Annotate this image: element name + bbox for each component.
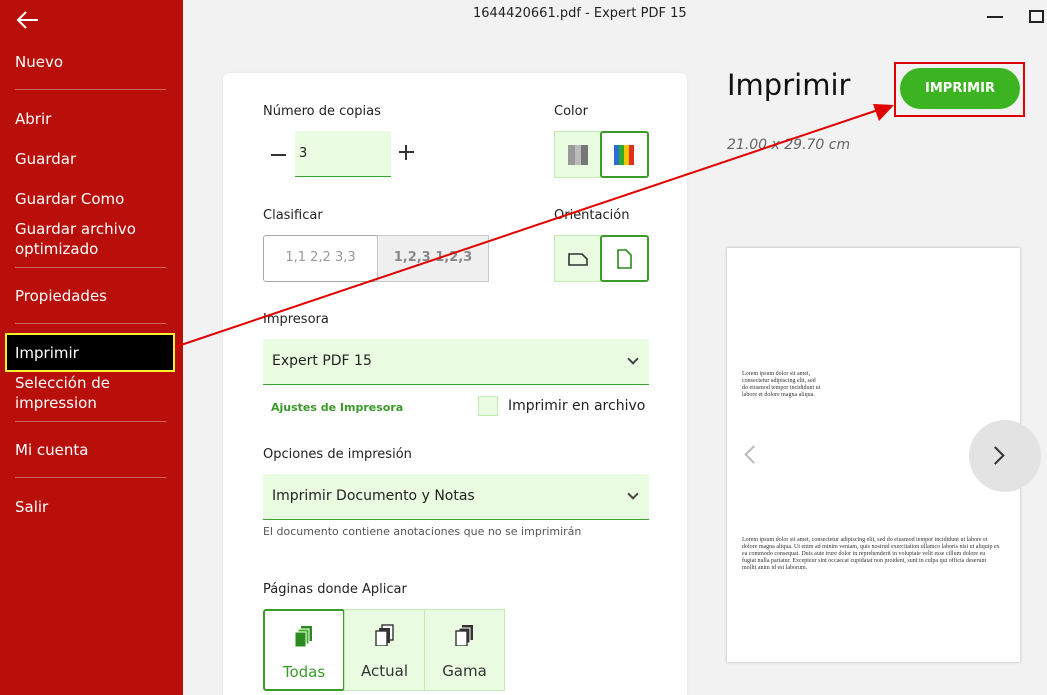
pages-option-gama[interactable]: Gama: [424, 609, 505, 691]
sidebar: Nuevo Abrir Guardar Guardar Como Guardar…: [0, 0, 183, 695]
print-options-select[interactable]: Imprimir Documento y Notas: [263, 474, 649, 520]
print-options-label: Opciones de impresión: [263, 447, 412, 462]
portrait-button[interactable]: [600, 235, 649, 282]
sidebar-divider: [15, 421, 166, 422]
pages-label: Páginas donde Aplicar: [263, 582, 407, 597]
pages-all-icon: [294, 626, 312, 647]
back-arrow-icon[interactable]: [16, 10, 40, 30]
sidebar-item-label: Imprimir: [15, 344, 79, 362]
chevron-down-icon: [627, 488, 639, 500]
print-button-highlight: [894, 62, 1025, 117]
landscape-button[interactable]: [554, 235, 602, 282]
sidebar-item-guardar-optimizado[interactable]: Guardar archivo optimizado: [15, 219, 165, 259]
pages-range-icon: [454, 625, 473, 646]
printer-label: Impresora: [263, 312, 329, 327]
title-bar: 1644420661.pdf - Expert PDF 15: [183, 0, 1047, 30]
annotations-note: El documento contiene anotaciones que no…: [263, 525, 582, 538]
sidebar-item-imprimir[interactable]: Imprimir: [5, 333, 175, 372]
sidebar-divider: [15, 89, 166, 90]
pages-option-label: Actual: [361, 662, 408, 680]
copies-input[interactable]: [295, 131, 391, 177]
pages-option-label: Todas: [282, 663, 326, 681]
sidebar-divider: [15, 477, 166, 478]
orientation-label: Orientación: [554, 208, 630, 223]
sidebar-item-salir[interactable]: Salir: [15, 497, 48, 517]
print-to-file-checkbox[interactable]: [478, 396, 498, 416]
page-title: Imprimir: [727, 68, 851, 102]
page-size: 21.00 x 29.70 cm: [727, 137, 851, 153]
minimize-icon[interactable]: [987, 16, 1003, 18]
minus-icon[interactable]: [271, 154, 286, 156]
pages-current-icon: [374, 624, 394, 646]
sidebar-item-nuevo[interactable]: Nuevo: [15, 52, 63, 72]
landscape-icon: [568, 253, 588, 266]
chevron-down-icon: [627, 353, 639, 365]
collate-option-label: 1,2,3 1,2,3: [393, 250, 473, 265]
color-label: Color: [554, 104, 588, 119]
sidebar-item-seleccion[interactable]: Selección de impression: [15, 373, 165, 413]
print-options-value: Imprimir Documento y Notas: [272, 488, 475, 504]
sidebar-item-guardar-como[interactable]: Guardar Como: [15, 189, 124, 209]
printer-select-value: Expert PDF 15: [272, 353, 372, 369]
sidebar-item-guardar[interactable]: Guardar: [15, 149, 76, 169]
printer-settings-link[interactable]: Ajustes de Impresora: [271, 401, 403, 414]
app-window: Nuevo Abrir Guardar Guardar Como Guardar…: [0, 0, 1047, 695]
sidebar-divider: [15, 267, 166, 268]
pages-option-actual[interactable]: Actual: [344, 609, 425, 691]
preview-text-long: Lorem ipsum dolor sit amet, consectetur …: [742, 537, 1000, 571]
pages-option-todas[interactable]: Todas: [263, 609, 345, 691]
collate-option-sequential[interactable]: 1,2,3 1,2,3: [377, 235, 489, 282]
color-icon: [614, 145, 634, 165]
preview-text-short: Lorem ipsum dolor sit amet, consectetur …: [742, 371, 821, 398]
next-page-button[interactable]: [969, 420, 1041, 492]
sidebar-divider: [15, 323, 166, 324]
window-title: 1644420661.pdf - Expert PDF 15: [473, 6, 687, 21]
grayscale-icon: [568, 145, 588, 165]
collate-option-label: 1,1 2,2 3,3: [285, 250, 356, 265]
maximize-icon[interactable]: [1029, 10, 1044, 23]
print-to-file-label: Imprimir en archivo: [508, 398, 646, 414]
printer-select[interactable]: Expert PDF 15: [263, 339, 649, 385]
plus-icon[interactable]: [399, 145, 414, 160]
print-settings-card: Número de copias Color Clasificar 1,1 2,…: [223, 73, 687, 695]
sidebar-item-mi-cuenta[interactable]: Mi cuenta: [15, 440, 88, 460]
pages-option-label: Gama: [442, 662, 487, 680]
portrait-icon: [617, 249, 632, 269]
sidebar-item-abrir[interactable]: Abrir: [15, 109, 51, 129]
collate-label: Clasificar: [263, 208, 323, 223]
collate-option-grouped[interactable]: 1,1 2,2 3,3: [263, 235, 378, 282]
copies-label: Número de copias: [263, 104, 381, 119]
sidebar-item-propiedades[interactable]: Propiedades: [15, 286, 107, 306]
grayscale-button[interactable]: [554, 131, 602, 178]
color-button[interactable]: [600, 131, 649, 178]
